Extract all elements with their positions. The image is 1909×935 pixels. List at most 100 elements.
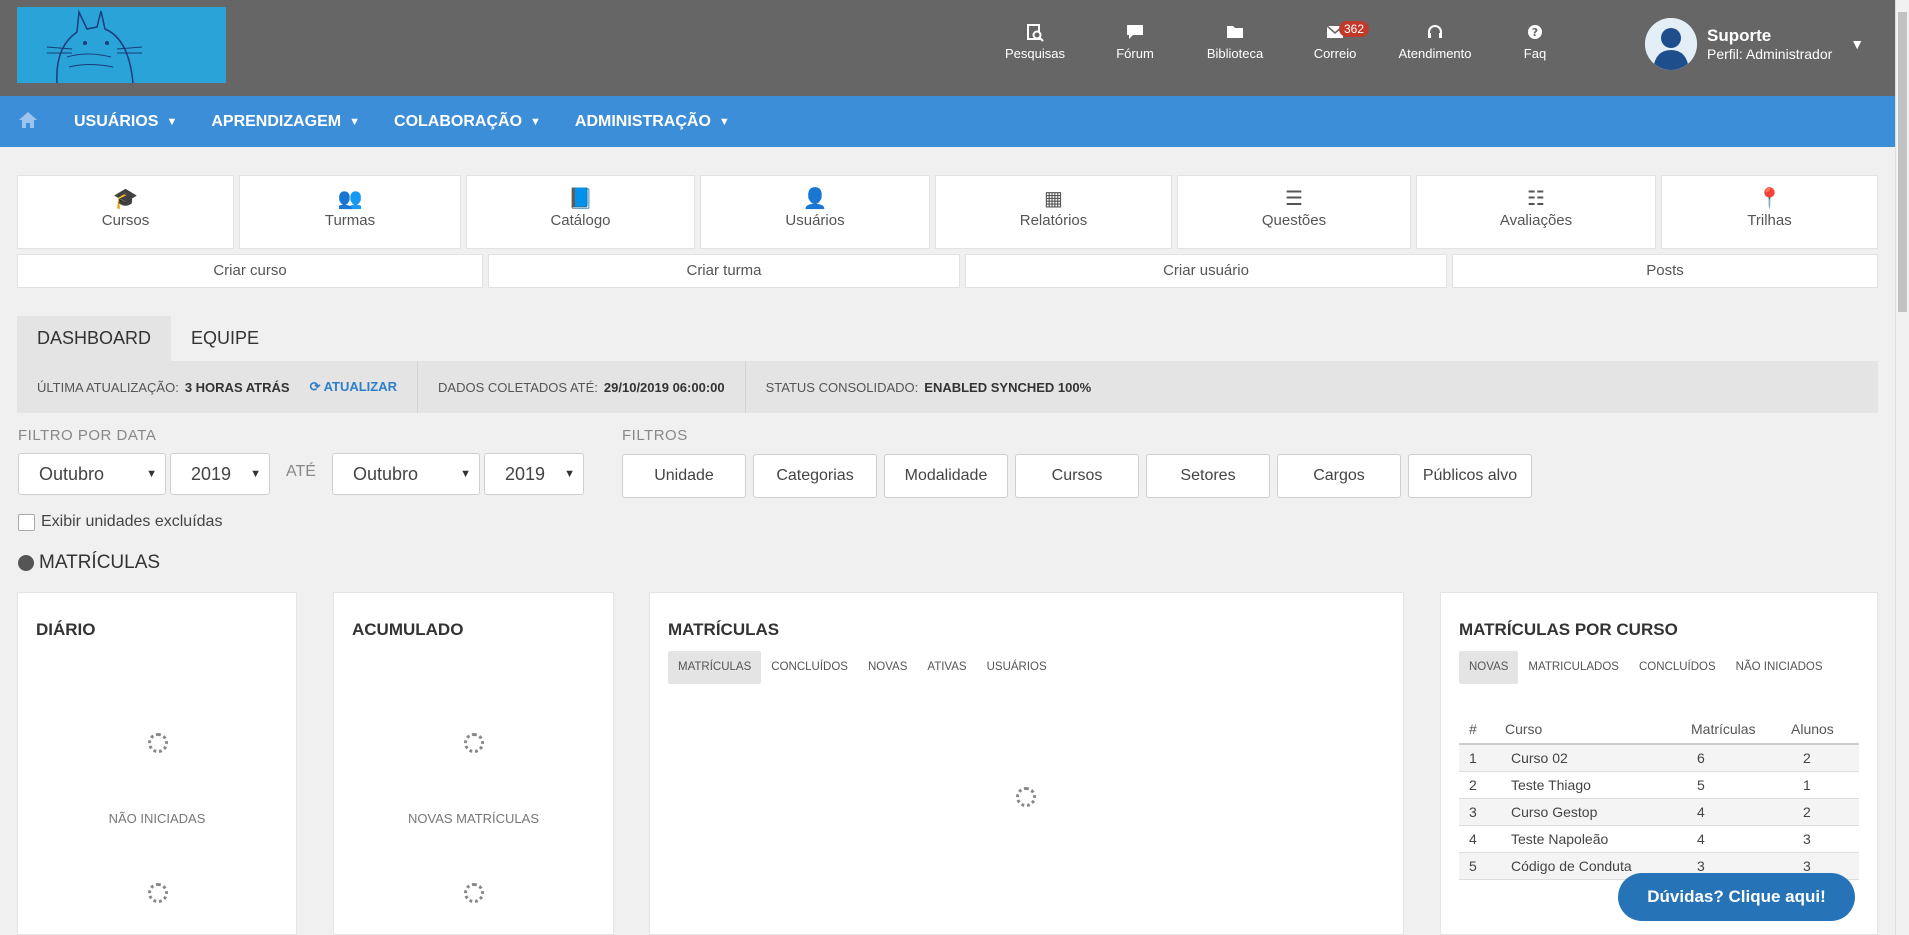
collected-label: DADOS COLETADOS ATÉ: bbox=[438, 379, 598, 395]
cell: 4 bbox=[1681, 798, 1781, 826]
card-title: ACUMULADO bbox=[352, 620, 464, 639]
accumulated-card: ACUMULADO NOVAS MATRÍCULAS bbox=[333, 592, 614, 935]
user-icon: 👤 bbox=[802, 188, 828, 210]
from-month-select[interactable]: Outubro ▼ bbox=[18, 453, 166, 495]
tile-turmas[interactable]: 👥 Turmas bbox=[239, 175, 461, 249]
nav-item-usuarios[interactable]: USUÁRIOS ▼ bbox=[74, 113, 177, 131]
create-class-button[interactable]: Criar turma bbox=[488, 254, 960, 288]
status-label: STATUS CONSOLIDADO: bbox=[765, 379, 919, 395]
tile-label: Catálogo bbox=[550, 212, 611, 229]
nav-label: APRENDIZAGEM bbox=[211, 112, 342, 130]
card-title: MATRÍCULAS POR CURSO bbox=[1459, 620, 1678, 639]
filter-cargos-button[interactable]: Cargos bbox=[1277, 454, 1401, 498]
chevron-down-icon: ▼ bbox=[530, 115, 541, 128]
subtab-novas[interactable]: NOVAS bbox=[858, 651, 917, 684]
table-row[interactable]: 2 Teste Thiago 5 1 bbox=[1459, 771, 1859, 799]
column-header[interactable]: Curso bbox=[1495, 715, 1681, 745]
tile-label: Questões bbox=[1261, 212, 1327, 229]
subtab-matriculados[interactable]: MATRICULADOS bbox=[1518, 651, 1629, 684]
svg-text:?: ? bbox=[1532, 26, 1538, 39]
create-user-button[interactable]: Criar usuário bbox=[965, 254, 1447, 288]
filter-modalidade-button[interactable]: Modalidade bbox=[884, 454, 1008, 498]
users-icon: 👥 bbox=[337, 188, 363, 210]
tab-dashboard[interactable]: DASHBOARD bbox=[17, 316, 172, 361]
headset-icon bbox=[1385, 24, 1485, 46]
nav-item-colaboracao[interactable]: COLABORAÇÃO ▼ bbox=[394, 113, 541, 131]
subtab-novas[interactable]: NOVAS bbox=[1459, 651, 1519, 684]
table-row[interactable]: 3 Curso Gestop 4 2 bbox=[1459, 798, 1859, 826]
column-header[interactable]: # bbox=[1459, 715, 1495, 745]
filter-setores-button[interactable]: Setores bbox=[1146, 454, 1270, 498]
show-excluded-label: Exibir unidades excluídas bbox=[41, 513, 223, 530]
help-button[interactable]: Dúvidas? Clique aqui! bbox=[1618, 873, 1855, 921]
refresh-button[interactable]: ⟳ ATUALIZAR bbox=[310, 379, 397, 395]
question-icon: ? bbox=[1485, 24, 1585, 46]
column-header[interactable]: Matrículas bbox=[1681, 715, 1781, 745]
cell: 2 bbox=[1781, 744, 1859, 772]
from-year-select[interactable]: 2019 ▼ bbox=[170, 453, 270, 495]
tile-questoes[interactable]: ☰ Questões bbox=[1177, 175, 1411, 249]
section-title-text: MATRÍCULAS bbox=[39, 552, 161, 573]
column-header[interactable]: Alunos bbox=[1781, 715, 1859, 745]
subtab-matriculas[interactable]: MATRÍCULAS bbox=[668, 651, 762, 684]
daily-card: DIÁRIO NÃO INICIADAS bbox=[17, 592, 297, 935]
cell: 2 bbox=[1459, 771, 1495, 799]
subtab-usuarios[interactable]: USUÁRIOS bbox=[977, 651, 1057, 684]
tile-relatorios[interactable]: ▦ Relatórios bbox=[935, 175, 1172, 249]
from-year-value: 2019 bbox=[191, 464, 232, 484]
checkbox-box[interactable] bbox=[18, 513, 35, 531]
cell: Curso 02 bbox=[1495, 744, 1681, 772]
table-row[interactable]: 4 Teste Napoleão 4 3 bbox=[1459, 825, 1859, 853]
subtab-concluidos[interactable]: CONCLUÍDOS bbox=[761, 651, 858, 684]
table-row[interactable]: 1 Curso 02 6 2 bbox=[1459, 744, 1859, 772]
nav-label: COLABORAÇÃO bbox=[394, 112, 523, 130]
tile-label: Turmas bbox=[324, 212, 376, 229]
tab-equipe[interactable]: EQUIPE bbox=[171, 316, 279, 361]
show-excluded-checkbox[interactable]: Exibir unidades excluídas bbox=[18, 513, 222, 531]
filter-categorias-button[interactable]: Categorias bbox=[753, 454, 877, 498]
subtab-nao-iniciados[interactable]: NÃO INICIADOS bbox=[1726, 651, 1833, 684]
tile-label: Cursos bbox=[101, 212, 150, 229]
nav-item-administracao[interactable]: ADMINISTRAÇÃO ▼ bbox=[575, 113, 730, 131]
tile-label: Relatórios bbox=[1019, 212, 1088, 229]
from-month-value: Outubro bbox=[39, 464, 105, 484]
logo[interactable] bbox=[17, 7, 226, 83]
to-year-select[interactable]: 2019 ▼ bbox=[484, 453, 584, 495]
courses-table: # Curso Matrículas Alunos 1 Curso 02 6 2… bbox=[1459, 715, 1859, 880]
card-label: NOVAS MATRÍCULAS bbox=[408, 811, 539, 826]
scrollbar-thumb[interactable] bbox=[1898, 12, 1907, 312]
map-marker-icon: 📍 bbox=[1757, 188, 1782, 210]
nav-item-aprendizagem[interactable]: APRENDIZAGEM ▼ bbox=[211, 113, 360, 131]
mail-icon bbox=[1285, 24, 1385, 46]
graduation-cap-icon: 🎓 bbox=[113, 188, 138, 210]
top-icon-forum[interactable]: Fórum bbox=[1085, 24, 1185, 61]
filters-label: FILTROS bbox=[622, 427, 688, 444]
chevron-down-icon: ▼ bbox=[166, 115, 178, 128]
cell: 1 bbox=[1781, 771, 1859, 799]
chevron-down-icon: ▼ bbox=[1850, 36, 1865, 52]
tile-avaliacoes[interactable]: ☷ Avaliações bbox=[1416, 175, 1656, 249]
to-month-select[interactable]: Outubro ▼ bbox=[332, 453, 480, 495]
tile-cursos[interactable]: 🎓 Cursos bbox=[17, 175, 234, 249]
tile-catalogo[interactable]: 📘 Catálogo bbox=[466, 175, 695, 249]
filter-cursos-button[interactable]: Cursos bbox=[1015, 454, 1139, 498]
top-icon-atendimento[interactable]: Atendimento bbox=[1385, 24, 1485, 61]
page-scrollbar[interactable] bbox=[1895, 0, 1909, 935]
filter-publicos-alvo-button[interactable]: Públicos alvo bbox=[1408, 454, 1532, 498]
to-year-value: 2019 bbox=[505, 464, 546, 484]
tile-label: Avaliações bbox=[1499, 212, 1573, 229]
tile-usuarios[interactable]: 👤 Usuários bbox=[700, 175, 930, 249]
caret-down-icon: ▼ bbox=[564, 468, 575, 480]
home-icon[interactable] bbox=[18, 111, 40, 133]
filter-unidade-button[interactable]: Unidade bbox=[622, 454, 746, 498]
subtab-ativas[interactable]: ATIVAS bbox=[917, 651, 976, 684]
top-icon-biblioteca[interactable]: Biblioteca bbox=[1185, 24, 1285, 61]
top-icon-faq[interactable]: ? Faq bbox=[1485, 24, 1585, 61]
user-menu[interactable]: Suporte Perfil: Administrador ▼ bbox=[1645, 18, 1864, 70]
subtab-concluidos[interactable]: CONCLUÍDOS bbox=[1629, 651, 1726, 684]
tile-trilhas[interactable]: 📍 Trilhas bbox=[1661, 175, 1878, 249]
top-icon-correio[interactable]: 362 Correio bbox=[1285, 21, 1385, 61]
create-course-button[interactable]: Criar curso bbox=[17, 254, 483, 288]
top-icon-pesquisas[interactable]: Pesquisas bbox=[985, 24, 1085, 61]
posts-button[interactable]: Posts bbox=[1452, 254, 1878, 288]
